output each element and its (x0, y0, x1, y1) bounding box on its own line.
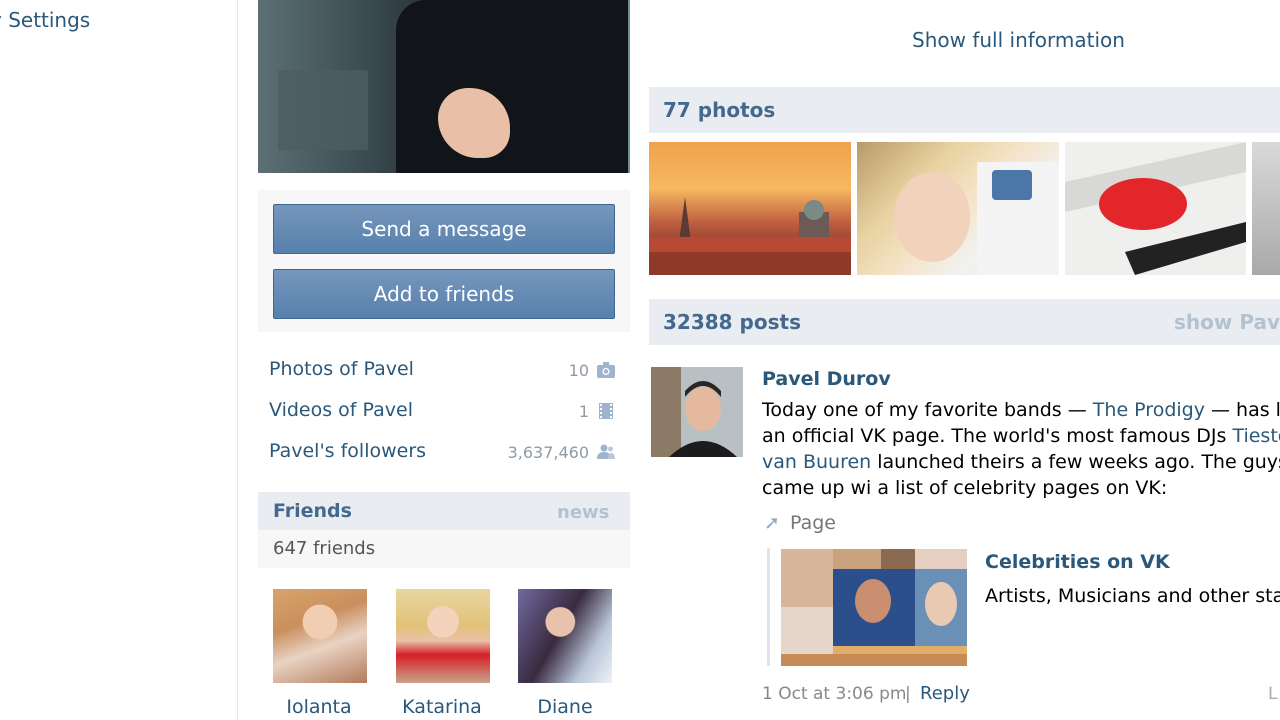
text: — has laun (1211, 399, 1280, 421)
photo-suit (396, 0, 628, 173)
text: launched theirs a few weeks ago. The guy… (871, 451, 1280, 473)
author-portrait-image (651, 367, 743, 457)
van-buuren-link[interactable]: van Buuren (762, 451, 871, 473)
followers-link[interactable]: Pavel's followers 3,637,460 (269, 440, 615, 468)
videos-of-user-link[interactable]: Videos of Pavel 1 (269, 399, 615, 427)
post-text-line: an official VK page. The world's most fa… (762, 423, 1280, 449)
posts-title[interactable]: 32388 posts (663, 310, 801, 334)
tiesto-link[interactable]: Tiesto (1232, 425, 1280, 447)
counter-value: 3,637,460 (507, 443, 589, 462)
profile-photo[interactable] (258, 0, 630, 173)
photo-thumbnail[interactable] (857, 142, 1059, 275)
post-date-link[interactable]: 1 Oct at 3:06 pm (762, 684, 906, 704)
post-author-avatar[interactable] (651, 367, 743, 457)
reply-link[interactable]: Reply (920, 683, 970, 704)
film-icon (599, 403, 613, 419)
friend-name[interactable]: Diane (510, 696, 620, 718)
attachment-divider (767, 548, 770, 666)
prodigy-link[interactable]: The Prodigy (1093, 399, 1205, 421)
nav-item-settings[interactable]: y Settings (0, 8, 90, 32)
post-text: Today one of my favorite bands — The Pro… (762, 397, 1280, 501)
city-skyline-image (649, 197, 851, 275)
friend-name[interactable]: Katarina (387, 696, 497, 718)
post-text-line: van Buuren launched theirs a few weeks a… (762, 449, 1280, 475)
show-posts-link[interactable]: show Pave (1174, 310, 1280, 334)
friends-title[interactable]: Friends (273, 500, 352, 522)
photos-of-user-link[interactable]: Photos of Pavel 10 (269, 358, 615, 386)
friend-avatar[interactable] (273, 589, 367, 683)
post-author-name[interactable]: Pavel Durov (762, 368, 891, 390)
text: Today one of my favorite bands — (762, 399, 1093, 421)
friends-count[interactable]: 647 friends (273, 538, 375, 559)
post-text-line: Today one of my favorite bands — The Pro… (762, 397, 1280, 423)
post-meta-separator: | (905, 684, 911, 704)
counter-label: Videos of Pavel (269, 399, 413, 421)
text: came up wi a list of celebrity pages on … (762, 477, 1168, 499)
friend-avatar[interactable] (396, 589, 490, 683)
counter-value: 1 (578, 402, 589, 421)
friends-news-link[interactable]: news (557, 502, 609, 523)
camera-icon (597, 362, 615, 378)
celebrity-collage-image (781, 549, 967, 666)
friend-avatar[interactable] (518, 589, 612, 683)
friend-name[interactable]: Iolanta (264, 696, 374, 718)
photo-background (278, 70, 368, 150)
like-button[interactable]: L (1268, 684, 1277, 704)
people-icon (597, 444, 615, 459)
person-photo-image (894, 162, 1059, 275)
attachment-description: Artists, Musicians and other stars (985, 585, 1280, 607)
text: an official VK page. The world's most fa… (762, 425, 1233, 447)
attachment-type: Page (790, 512, 836, 534)
counter-value: 10 (568, 361, 589, 380)
logo-floor-image (1065, 142, 1246, 275)
nav-divider (237, 0, 238, 720)
photos-title[interactable]: 77 photos (663, 98, 775, 122)
photo-thumbnail[interactable] (1252, 142, 1280, 275)
attachment-collage[interactable] (781, 549, 967, 666)
photo-thumbnail[interactable] (1065, 142, 1246, 275)
send-message-button[interactable]: Send a message (273, 204, 615, 254)
attachment-title-link[interactable]: Celebrities on VK (985, 551, 1170, 573)
post-text-line: came up wi a list of celebrity pages on … (762, 475, 1280, 501)
show-full-info-link[interactable]: Show full information (912, 28, 1125, 52)
share-arrow-icon: ➚ (764, 512, 780, 534)
counter-label: Photos of Pavel (269, 358, 414, 380)
counter-label: Pavel's followers (269, 440, 427, 462)
add-to-friends-button[interactable]: Add to friends (273, 269, 615, 319)
photo-thumbnail[interactable] (649, 142, 851, 275)
